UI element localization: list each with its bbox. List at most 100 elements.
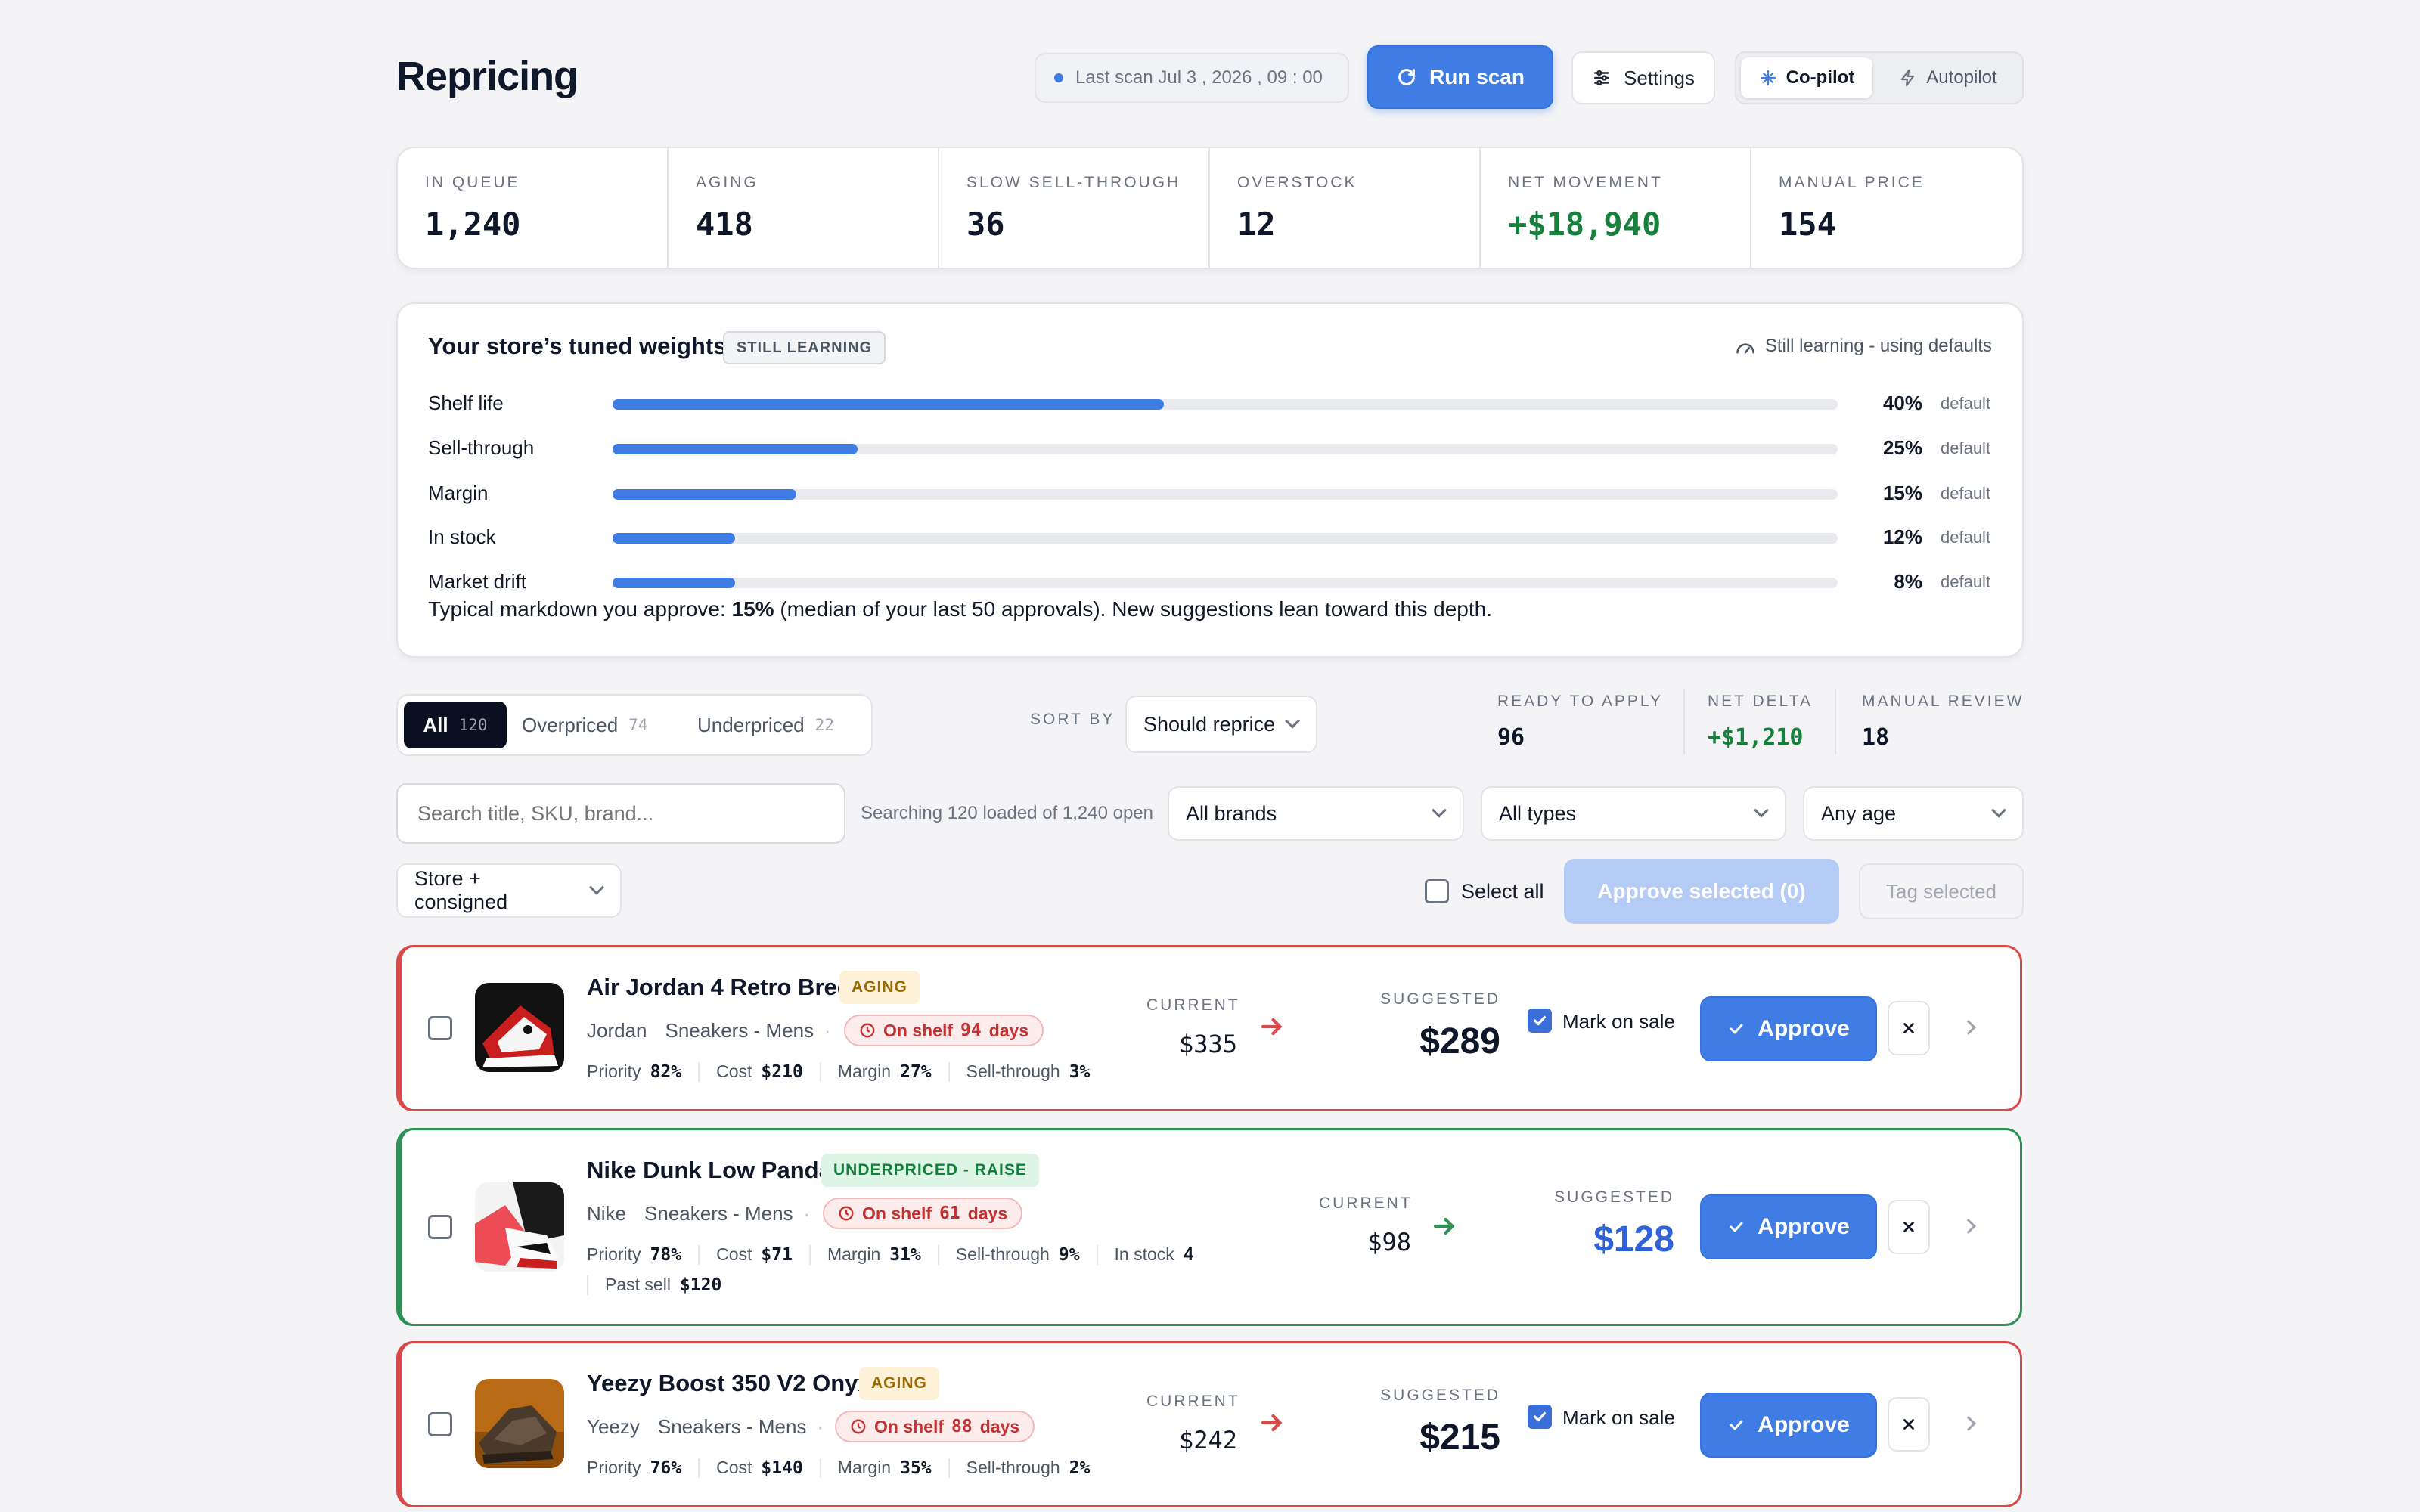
bolt-icon <box>1901 69 1915 87</box>
product-category: Sneakers - Mens <box>657 1415 807 1438</box>
source-select[interactable]: Store + consigned <box>396 863 622 918</box>
mark-on-sale-checkbox[interactable] <box>1528 1405 1552 1429</box>
stat-net-movement: NET MOVEMENT +$18,940 <box>1481 148 1751 268</box>
check-icon <box>1730 1222 1743 1232</box>
approve-label: Approve <box>1758 1412 1850 1437</box>
stat-value: 1,240 <box>425 206 521 243</box>
mode-autopilot-button[interactable]: Autopilot <box>1877 57 2019 98</box>
in-stock-label: In stock <box>1114 1244 1174 1264</box>
row-checkbox[interactable] <box>428 1016 452 1040</box>
filter-tabs: All 120 Overpriced 74 Underpriced 22 <box>396 694 873 756</box>
dismiss-button[interactable] <box>1888 1200 1930 1254</box>
select-all-checkbox[interactable] <box>1425 879 1449 903</box>
search-status: Searching 120 loaded of 1,240 open <box>861 803 1153 823</box>
summary-value: 96 <box>1497 724 1525 751</box>
stat-manual-price: MANUAL PRICE 154 <box>1751 148 2022 268</box>
row-checkbox[interactable] <box>428 1412 452 1436</box>
shelf-life-pill: On shelf 94 days <box>844 1015 1044 1046</box>
tab-underpriced[interactable]: Underpriced 22 <box>697 702 834 748</box>
summary-label: READY TO APPLY <box>1497 692 1664 710</box>
brand-select[interactable]: All brands <box>1168 786 1464 841</box>
product-title[interactable]: Yeezy Boost 350 V2 Onyx <box>587 1370 871 1397</box>
settings-button[interactable]: Settings <box>1571 51 1715 104</box>
status-badge: AGING <box>839 971 920 1004</box>
page-title: Repricing <box>396 54 579 99</box>
refresh-icon <box>1398 69 1415 85</box>
product-metrics: Priority 78% Cost $71 Margin 31% Sell-throu… <box>587 1244 1194 1265</box>
mark-on-sale-label: Mark on sale <box>1562 1010 1675 1033</box>
product-thumbnail <box>475 1379 564 1468</box>
weight-default-tag: default <box>1941 484 1991 503</box>
sort-select[interactable]: Should reprice <box>1125 696 1317 753</box>
approve-selected-button[interactable]: Approve selected (0) <box>1564 859 1839 924</box>
product-brand: Yeezy <box>587 1415 640 1438</box>
cost-label: Cost <box>716 1458 752 1477</box>
tab-underpriced-label: Underpriced <box>697 713 805 736</box>
shelf-days: 94 <box>960 1021 982 1040</box>
shelf-suffix: days <box>988 1020 1029 1040</box>
summary-manual-review: MANUAL REVIEW 18 <box>1862 692 2024 751</box>
weight-percent: 12% <box>1882 525 1922 548</box>
approve-button[interactable]: Approve <box>1700 1393 1877 1458</box>
age-select[interactable]: Any age <box>1803 786 2024 841</box>
cost-value: $210 <box>761 1061 803 1082</box>
weight-default-tag: default <box>1941 394 1991 413</box>
search-input[interactable] <box>396 783 845 844</box>
type-select[interactable]: All types <box>1481 786 1786 841</box>
mode-copilot-button[interactable]: Co-pilot <box>1741 57 1872 98</box>
source-select-value: Store + consigned <box>414 867 508 913</box>
mode-toggle: Co-pilot Autopilot <box>1735 51 2024 104</box>
row-checkbox[interactable] <box>428 1215 452 1239</box>
product-title[interactable]: Air Jordan 4 Retro Bred <box>587 974 852 1001</box>
current-price: $98 <box>1367 1228 1411 1256</box>
shelf-prefix: On shelf <box>874 1416 945 1436</box>
summary-net-delta: NET DELTA +$1,210 <box>1708 692 1813 751</box>
check-icon <box>1533 1411 1547 1422</box>
mark-on-sale-checkbox[interactable] <box>1528 1009 1552 1033</box>
markdown-note: Typical markdown you approve: 15% (media… <box>428 597 1492 621</box>
dismiss-button[interactable] <box>1888 1001 1930 1055</box>
current-price: $242 <box>1178 1426 1237 1455</box>
weight-bar-fill <box>613 578 735 588</box>
close-icon <box>1903 1023 1914 1033</box>
suggested-label: SUGGESTED <box>1380 990 1500 1008</box>
dismiss-button[interactable] <box>1888 1397 1930 1452</box>
tag-selected-button[interactable]: Tag selected <box>1859 863 2024 919</box>
product-brand: Nike <box>587 1202 627 1225</box>
product-title[interactable]: Nike Dunk Low Panda <box>587 1157 832 1184</box>
sliders-icon <box>1594 70 1609 86</box>
product-category: Sneakers - Mens <box>644 1202 793 1225</box>
arrow-right-icon <box>1261 1018 1283 1036</box>
weight-bar-fill <box>613 533 735 544</box>
settings-label: Settings <box>1624 66 1695 89</box>
run-scan-button[interactable]: Run scan <box>1367 45 1553 109</box>
status-badge: AGING <box>859 1367 939 1400</box>
stat-label: AGING <box>696 174 759 191</box>
suggested-label: SUGGESTED <box>1380 1387 1500 1404</box>
stat-value: +$18,940 <box>1508 206 1661 243</box>
stat-value: 418 <box>696 206 753 243</box>
current-label: CURRENT <box>1319 1194 1413 1212</box>
sell-through-value: 3% <box>1069 1061 1091 1082</box>
priority-label: Priority <box>587 1244 641 1264</box>
weight-label: Shelf life <box>428 392 504 414</box>
product-brand-category: Nike Sneakers - Mens · <box>587 1202 811 1225</box>
weight-bar-track <box>613 444 1838 454</box>
approve-button[interactable]: Approve <box>1700 1194 1877 1259</box>
weight-bar-fill <box>613 444 858 454</box>
tab-overpriced[interactable]: Overpriced 74 <box>522 702 647 748</box>
markdown-note-value: 15% <box>731 597 774 621</box>
shelf-suffix: days <box>979 1416 1020 1436</box>
approve-button[interactable]: Approve <box>1700 996 1877 1061</box>
stat-aging: AGING 418 <box>669 148 939 268</box>
priority-value: 78% <box>650 1244 682 1265</box>
tab-all[interactable]: All 120 <box>404 702 507 748</box>
cost-label: Cost <box>716 1061 752 1081</box>
cost-value: $140 <box>761 1458 803 1478</box>
margin-value: 35% <box>900 1458 932 1478</box>
check-icon <box>1533 1015 1547 1026</box>
margin-label: Margin <box>837 1061 892 1081</box>
age-select-value: Any age <box>1821 801 1897 825</box>
sell-through-label: Sell-through <box>966 1061 1060 1081</box>
tab-overpriced-label: Overpriced <box>522 713 619 736</box>
